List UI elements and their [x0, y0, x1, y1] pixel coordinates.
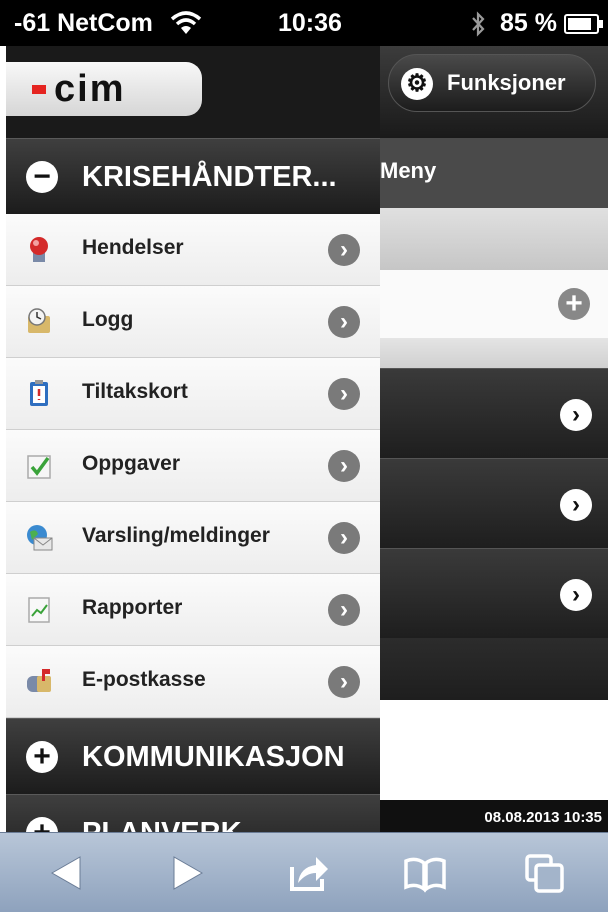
section-krisehandtering[interactable]: − KRISEHÅNDTER... [6, 138, 380, 214]
content-area [380, 700, 608, 800]
side-menu: cim − KRISEHÅNDTER... Hendelser › Logg › [6, 46, 380, 832]
chevron-right-icon: › [560, 399, 592, 431]
section-planverk[interactable]: + PLANVERK [6, 794, 380, 832]
meny-label: Meny [380, 158, 437, 183]
cim-logo[interactable]: cim [6, 62, 202, 116]
plus-icon[interactable]: + [558, 288, 590, 320]
menu-item-label: Logg [82, 308, 134, 331]
globe-mail-icon [27, 525, 53, 551]
list-item[interactable]: › [380, 368, 608, 458]
menu-item-tiltakskort[interactable]: Tiltakskort › [6, 358, 380, 430]
chevron-right-icon: › [328, 234, 360, 266]
section-kommunikasjon[interactable]: + KOMMUNIKASJON [6, 718, 380, 794]
mailbox-icon [27, 669, 51, 692]
section-label: KOMMUNIKASJON [82, 741, 345, 773]
menu-item-label: Rapporter [82, 596, 183, 619]
chevron-right-icon: › [328, 306, 360, 338]
section-label: KRISEHÅNDTER... [82, 161, 337, 193]
carrier-label: -61 NetCom [14, 9, 153, 37]
date-label: 08.08.2013 10:35 [484, 809, 602, 826]
chevron-right-icon: › [328, 378, 360, 410]
list-item[interactable]: › [380, 548, 608, 638]
report-icon [28, 597, 50, 623]
battery-label: 85 % [500, 9, 557, 37]
menu-item-oppgaver[interactable]: Oppgaver › [6, 430, 380, 502]
chevron-right-icon: › [560, 489, 592, 521]
back-icon[interactable] [44, 851, 90, 895]
menu-item-label: Oppgaver [82, 452, 181, 475]
log-icon [28, 308, 50, 333]
funksjoner-button[interactable]: ⚙ Funksjoner [388, 54, 596, 112]
page-header: ⚙ Funksjoner [380, 46, 608, 138]
funksjoner-label: Funksjoner [447, 70, 566, 95]
bluetooth-icon [472, 11, 485, 37]
clock: 10:36 [278, 9, 342, 37]
plus-icon: + [26, 817, 58, 832]
clipboard-icon [30, 380, 48, 406]
list-item[interactable]: › [380, 458, 608, 548]
status-bar: -61 NetCom 10:36 85 % [0, 0, 608, 46]
chevron-right-icon: › [560, 579, 592, 611]
share-icon[interactable] [286, 851, 332, 895]
menu-item-rapporter[interactable]: Rapporter › [6, 574, 380, 646]
chevron-right-icon: › [328, 594, 360, 626]
menu-item-logg[interactable]: Logg › [6, 286, 380, 358]
battery-icon [564, 14, 603, 34]
list-footer [380, 638, 608, 700]
chevron-right-icon: › [328, 450, 360, 482]
date-footer: 08.08.2013 10:35 [380, 800, 608, 832]
menu-item-epostkasse[interactable]: E-postkasse › [6, 646, 380, 718]
alarm-icon [30, 237, 48, 262]
menu-item-label: Hendelser [82, 236, 184, 259]
logo-text: cim [54, 68, 126, 110]
logo-mark [32, 85, 46, 94]
browser-toolbar [0, 832, 608, 912]
meny-bar[interactable]: Meny [380, 138, 608, 208]
wifi-icon [170, 11, 202, 34]
add-row[interactable]: + [380, 270, 608, 338]
minus-icon: − [26, 161, 58, 193]
section-label: PLANVERK [82, 817, 242, 832]
chevron-right-icon: › [328, 666, 360, 698]
chevron-right-icon: › [328, 522, 360, 554]
menu-item-label: E-postkasse [82, 668, 206, 691]
bookmarks-icon[interactable] [402, 851, 448, 895]
menu-item-varsling[interactable]: Varsling/meldinger › [6, 502, 380, 574]
list-divider [380, 338, 608, 368]
forward-icon[interactable] [164, 851, 210, 895]
gear-icon: ⚙ [401, 68, 433, 100]
menu-item-label: Tiltakskort [82, 380, 188, 403]
list-divider [380, 208, 608, 270]
checkmark-icon [27, 455, 51, 479]
menu-item-label: Varsling/meldinger [82, 524, 270, 547]
tabs-icon[interactable] [522, 851, 568, 895]
menu-item-hendelser[interactable]: Hendelser › [6, 214, 380, 286]
logo-bar: cim [6, 46, 380, 138]
plus-icon: + [26, 741, 58, 773]
